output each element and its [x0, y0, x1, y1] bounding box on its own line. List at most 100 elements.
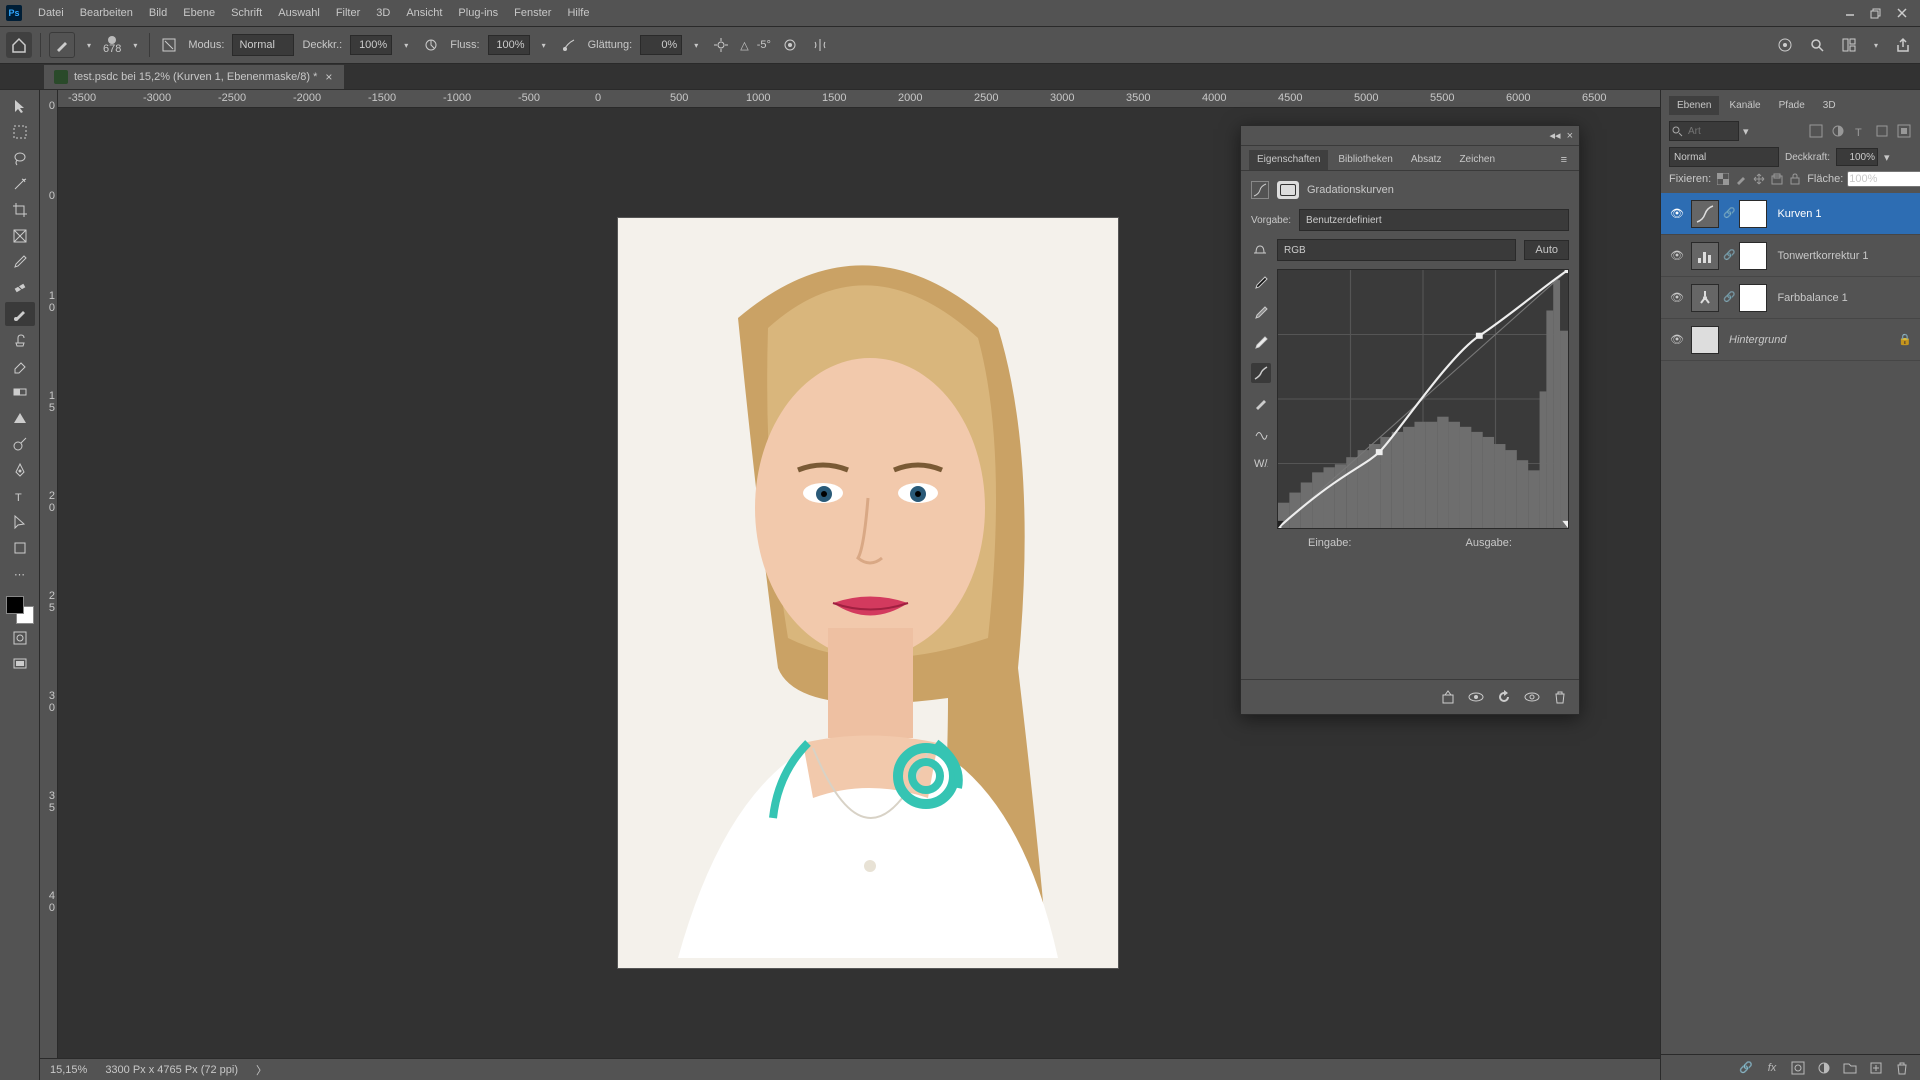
cloud-docs-icon[interactable] — [1774, 34, 1796, 56]
marquee-tool[interactable] — [5, 120, 35, 144]
screen-mode-tool[interactable] — [5, 652, 35, 676]
menu-3d[interactable]: 3D — [368, 0, 398, 26]
finger-scrubber-icon[interactable] — [1251, 241, 1269, 259]
lock-transparency-icon[interactable] — [1717, 171, 1729, 187]
toggle-visibility-icon[interactable] — [1467, 688, 1485, 706]
shape-tool[interactable] — [5, 536, 35, 560]
color-swatches[interactable] — [6, 596, 34, 624]
layer-name[interactable]: Kurven 1 — [1777, 208, 1821, 220]
layer-row-curves[interactable]: 👁 🔗 Kurven 1 — [1661, 193, 1920, 235]
lock-position-icon[interactable] — [1753, 171, 1765, 187]
close-button[interactable] — [1890, 3, 1914, 23]
add-mask-icon[interactable] — [1790, 1060, 1806, 1076]
blend-mode-select[interactable]: Normal — [1669, 147, 1779, 167]
new-group-icon[interactable] — [1842, 1060, 1858, 1076]
new-layer-icon[interactable] — [1868, 1060, 1884, 1076]
filter-chevron-icon[interactable]: ▾ — [1743, 125, 1749, 138]
channel-select[interactable]: RGB — [1277, 239, 1516, 261]
brush-tool[interactable] — [5, 302, 35, 326]
opacity-chevron-icon[interactable]: ▾ — [1884, 151, 1890, 164]
reset-icon[interactable] — [1495, 688, 1513, 706]
menu-ebene[interactable]: Ebene — [175, 0, 223, 26]
minimize-button[interactable] — [1838, 3, 1862, 23]
path-select-tool[interactable] — [5, 510, 35, 534]
healing-tool[interactable] — [5, 276, 35, 300]
delete-layer-icon[interactable] — [1894, 1060, 1910, 1076]
status-chevron-icon[interactable]: 〉 — [256, 1062, 267, 1078]
menu-ansicht[interactable]: Ansicht — [398, 0, 450, 26]
pen-tool[interactable] — [5, 458, 35, 482]
curve-clip-icon[interactable]: W/A — [1251, 453, 1271, 473]
menu-filter[interactable]: Filter — [328, 0, 368, 26]
blend-mode-select[interactable]: Normal — [232, 34, 294, 56]
close-tab-icon[interactable]: × — [323, 70, 334, 84]
background-thumb[interactable] — [1691, 326, 1719, 354]
curves-graph[interactable] — [1277, 269, 1569, 529]
menu-schrift[interactable]: Schrift — [223, 0, 270, 26]
tab-eigenschaften[interactable]: Eigenschaften — [1249, 150, 1328, 170]
tab-bibliotheken[interactable]: Bibliotheken — [1330, 150, 1400, 170]
move-tool[interactable] — [5, 94, 35, 118]
frame-tool[interactable] — [5, 224, 35, 248]
home-button[interactable] — [6, 32, 32, 58]
flow-chevron-icon[interactable]: ▾ — [538, 41, 550, 50]
curves-adj-thumb-icon[interactable] — [1691, 200, 1719, 228]
flow-field[interactable] — [488, 35, 530, 55]
menu-fenster[interactable]: Fenster — [506, 0, 559, 26]
panel-menu-icon[interactable]: ≡ — [1557, 150, 1571, 170]
levels-adj-thumb-icon[interactable] — [1691, 242, 1719, 270]
link-mask-icon[interactable]: 🔗 — [1723, 250, 1735, 261]
restore-button[interactable] — [1864, 3, 1888, 23]
visibility-toggle-icon[interactable]: 👁 — [1669, 207, 1685, 220]
magic-wand-tool[interactable] — [5, 172, 35, 196]
clone-stamp-tool[interactable] — [5, 328, 35, 352]
layer-name[interactable]: Farbbalance 1 — [1777, 292, 1847, 304]
eyedropper-tool[interactable] — [5, 250, 35, 274]
link-layers-icon[interactable]: 🔗 — [1738, 1060, 1754, 1076]
eyedropper-black-icon[interactable] — [1251, 273, 1271, 293]
share-icon[interactable] — [1892, 34, 1914, 56]
more-tools-icon[interactable]: ⋯ — [5, 562, 35, 586]
brush-settings-icon[interactable] — [158, 34, 180, 56]
opacity-field[interactable] — [350, 35, 392, 55]
menu-datei[interactable]: Datei — [30, 0, 72, 26]
crop-tool[interactable] — [5, 198, 35, 222]
gradient-tool[interactable] — [5, 380, 35, 404]
mask-indicator-icon[interactable] — [1277, 181, 1299, 199]
brush-size-chevron-icon[interactable]: ▾ — [129, 41, 141, 50]
symmetry-icon[interactable] — [809, 34, 831, 56]
smoothing-field[interactable] — [640, 35, 682, 55]
layer-name[interactable]: Hintergrund — [1729, 334, 1786, 346]
foreground-color-swatch[interactable] — [6, 596, 24, 614]
layer-opacity-field[interactable] — [1836, 148, 1878, 166]
layer-fx-icon[interactable]: fx — [1764, 1060, 1780, 1076]
filter-adjust-icon[interactable] — [1830, 123, 1846, 139]
layer-mask-thumb[interactable] — [1739, 200, 1767, 228]
filter-smart-icon[interactable] — [1896, 123, 1912, 139]
tab-ebenen[interactable]: Ebenen — [1669, 96, 1719, 115]
curve-point-mode-icon[interactable] — [1251, 363, 1271, 383]
menu-auswahl[interactable]: Auswahl — [270, 0, 328, 26]
link-mask-icon[interactable]: 🔗 — [1723, 292, 1735, 303]
lasso-tool[interactable] — [5, 146, 35, 170]
tab-3d[interactable]: 3D — [1815, 96, 1844, 115]
type-tool[interactable]: T — [5, 484, 35, 508]
tab-kanaele[interactable]: Kanäle — [1721, 96, 1768, 115]
menu-plugins[interactable]: Plug-ins — [450, 0, 506, 26]
previous-state-icon[interactable] — [1523, 688, 1541, 706]
collapse-panel-icon[interactable]: ◂◂ — [1550, 129, 1561, 142]
menu-bearbeiten[interactable]: Bearbeiten — [72, 0, 141, 26]
brush-tool-icon[interactable] — [49, 32, 75, 58]
visibility-toggle-icon[interactable]: 👁 — [1669, 291, 1685, 304]
lock-nested-icon[interactable] — [1771, 171, 1783, 187]
clip-to-layer-icon[interactable] — [1439, 688, 1457, 706]
eraser-tool[interactable] — [5, 354, 35, 378]
airbrush-icon[interactable] — [558, 34, 580, 56]
preset-select[interactable]: Benutzerdefiniert — [1299, 209, 1569, 231]
layer-mask-thumb[interactable] — [1739, 242, 1767, 270]
layer-row-background[interactable]: 👁 Hintergrund 🔒 — [1661, 319, 1920, 361]
brush-preview-picker[interactable]: 678 — [103, 36, 121, 54]
smoothing-gear-icon[interactable] — [710, 34, 732, 56]
visibility-toggle-icon[interactable]: 👁 — [1669, 249, 1685, 262]
menu-hilfe[interactable]: Hilfe — [559, 0, 597, 26]
